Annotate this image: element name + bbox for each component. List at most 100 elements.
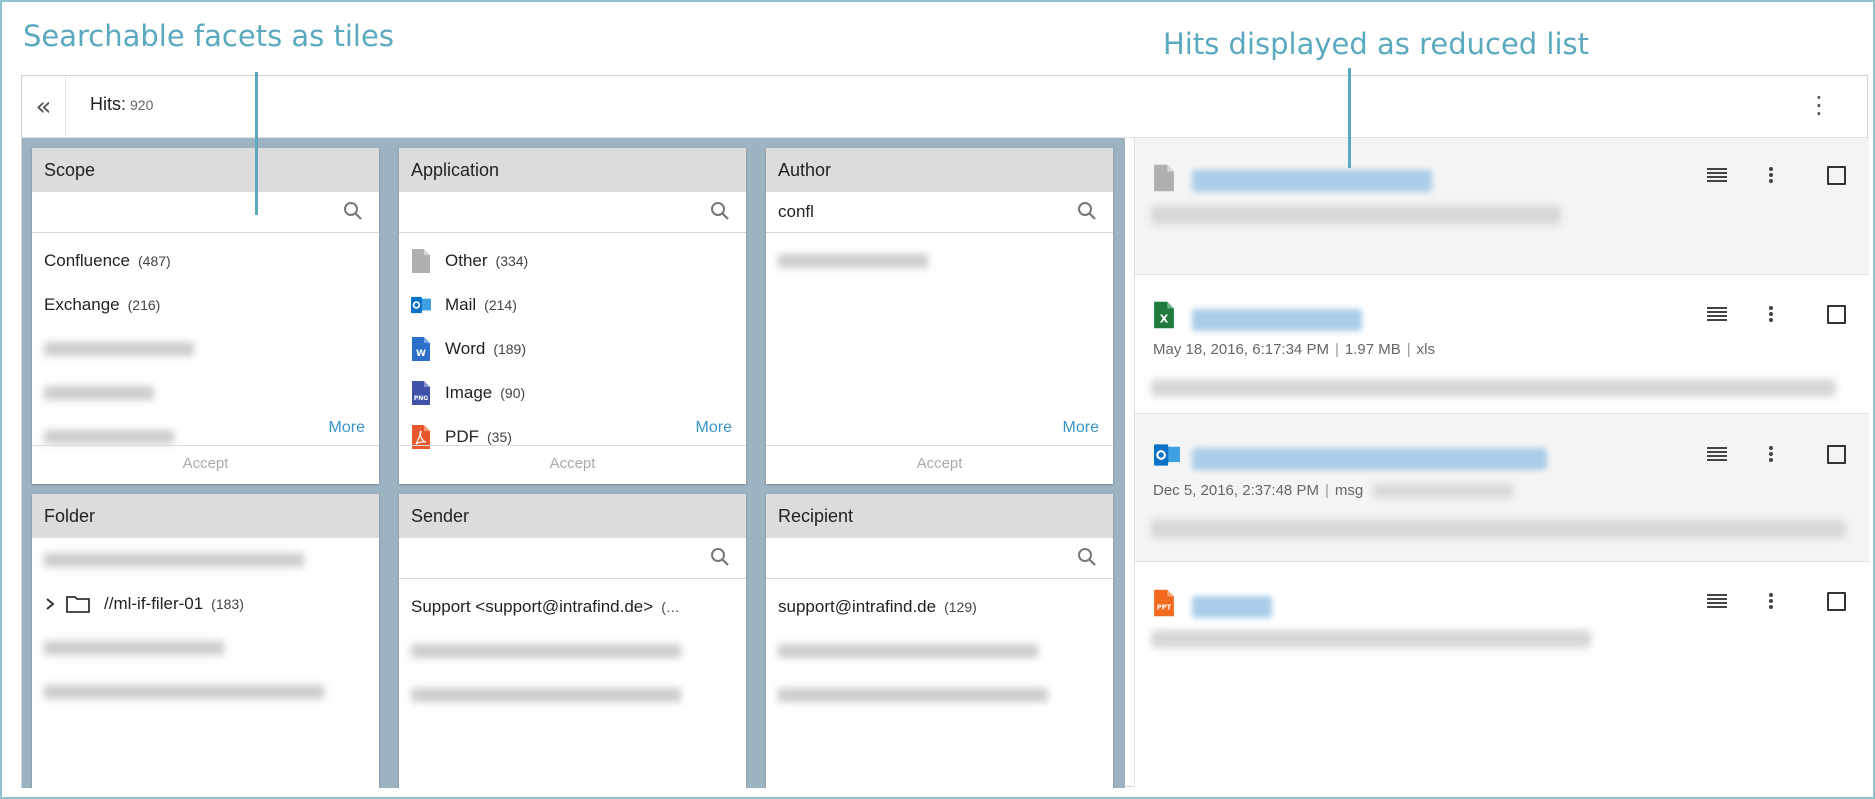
facet-search-input[interactable] (766, 538, 1113, 579)
annotation-hits: Hits displayed as reduced list (1163, 27, 1590, 61)
hit-meta: Dec 5, 2016, 2:37:48 PM | msg (1153, 482, 1514, 499)
search-icon[interactable] (1077, 201, 1097, 221)
more-options-icon[interactable] (1759, 163, 1783, 187)
annotation-pointer-right (1348, 68, 1351, 168)
ppt-icon: PPT (1154, 589, 1174, 617)
hit-snippet-redacted (1151, 379, 1836, 397)
facet-search-input[interactable] (399, 538, 746, 579)
facet-item-redacted[interactable] (399, 629, 746, 673)
hits-list: X May 18, 2016, 6:17:34 PM | 1.97 MB | xls D… (1134, 138, 1869, 788)
outlook-icon (1154, 444, 1180, 466)
facet-item-exchange[interactable]: Exchange (216) (32, 283, 379, 327)
outlook-icon (411, 296, 431, 314)
hit-ext: xls (1416, 341, 1435, 358)
facet-item-word[interactable]: W Word (189) (399, 327, 746, 371)
search-icon[interactable] (1077, 547, 1097, 567)
search-icon[interactable] (343, 201, 363, 221)
hit-item[interactable]: PPT (1135, 562, 1869, 788)
facet-title: Recipient (766, 494, 1113, 538)
facet-count: (216) (127, 297, 161, 313)
facet-title: Folder (32, 494, 379, 538)
folder-item[interactable]: //ml-if-filer-01 (183) (32, 582, 379, 626)
facet-tiles-pane: Scope Confluence (487) Exchange (216) More… (22, 138, 1125, 788)
facet-item-image[interactable]: PNG Image (90) (399, 371, 746, 415)
facet-item-redacted[interactable] (32, 371, 379, 415)
svg-text:W: W (416, 349, 426, 359)
more-options-icon[interactable] (1759, 589, 1783, 613)
hit-title-redacted[interactable] (1192, 170, 1432, 192)
facet-tile-application: Application Other (334) Mail (214) W Word (… (399, 148, 746, 484)
facet-accept-button[interactable]: Accept (32, 446, 379, 484)
facet-title: Scope (32, 148, 379, 192)
list-details-icon[interactable] (1705, 302, 1729, 326)
hit-item[interactable] (1135, 138, 1869, 275)
facet-accept-button[interactable]: Accept (399, 446, 746, 484)
facet-label: Other (445, 251, 488, 270)
folder-item-redacted[interactable] (32, 538, 379, 582)
facet-item-other[interactable]: Other (334) (399, 239, 746, 283)
facet-item-mail[interactable]: Mail (214) (399, 283, 746, 327)
hit-actions (1705, 442, 1846, 466)
facet-item-support[interactable]: support@intrafind.de (129) (766, 585, 1113, 629)
facet-item-confluence[interactable]: Confluence (487) (32, 239, 379, 283)
hit-date: May 18, 2016, 6:17:34 PM (1153, 341, 1329, 358)
list-details-icon[interactable] (1705, 589, 1729, 613)
hit-title-redacted[interactable] (1192, 596, 1272, 618)
facet-count: (487) (138, 253, 171, 269)
collapse-panel-button[interactable]: « (22, 76, 66, 137)
facet-more-link[interactable]: More (32, 413, 379, 446)
facet-search-input[interactable]: confl (766, 192, 1113, 233)
hit-item[interactable]: X May 18, 2016, 6:17:34 PM | 1.97 MB | xls (1135, 275, 1869, 414)
list-details-icon[interactable] (1705, 163, 1729, 187)
annotation-pointer-left (255, 72, 258, 215)
list-details-icon[interactable] (1705, 442, 1729, 466)
facet-item-redacted[interactable] (32, 327, 379, 371)
facet-label: Mail (445, 295, 477, 314)
results-header: « Hits: 920 ⋮ (22, 76, 1867, 138)
facet-item-redacted[interactable] (766, 673, 1113, 717)
facet-more-link[interactable]: More (399, 413, 746, 446)
hits-summary: Hits: 920 (90, 94, 153, 115)
word-icon: W (412, 337, 430, 361)
select-checkbox[interactable] (1827, 591, 1846, 611)
hit-ext: msg (1334, 482, 1364, 499)
select-checkbox[interactable] (1827, 444, 1846, 464)
facet-search-input[interactable] (399, 192, 746, 233)
facet-item-redacted[interactable] (766, 239, 1113, 283)
more-options-icon[interactable]: ⋮ (1807, 91, 1831, 119)
facet-count: (189) (493, 341, 526, 357)
facet-title: Author (766, 148, 1113, 192)
facet-item-support[interactable]: Support <support@intrafind.de> (… (399, 585, 746, 629)
hit-title-redacted[interactable] (1192, 448, 1547, 470)
select-checkbox[interactable] (1827, 304, 1846, 324)
folder-item-redacted[interactable] (32, 670, 379, 714)
hits-label: Hits: (90, 94, 126, 114)
facet-count: (334) (495, 253, 529, 269)
facet-tile-scope: Scope Confluence (487) Exchange (216) More… (32, 148, 379, 484)
facet-more-link[interactable]: More (766, 413, 1113, 446)
generic-file-icon (1154, 164, 1174, 192)
facet-search-input[interactable] (32, 192, 379, 233)
chevron-right-icon[interactable] (44, 597, 56, 611)
facet-accept-button[interactable]: Accept (766, 446, 1113, 484)
hit-meta: May 18, 2016, 6:17:34 PM | 1.97 MB | xls (1153, 341, 1435, 358)
hits-count: 920 (130, 97, 154, 113)
more-options-icon[interactable] (1759, 302, 1783, 326)
search-icon[interactable] (710, 547, 730, 567)
folder-item-redacted[interactable] (32, 626, 379, 670)
facet-tile-author: Author confl More Accept (766, 148, 1113, 484)
hit-title-redacted[interactable] (1192, 309, 1362, 331)
facet-label: Support <support@intrafind.de> (411, 597, 654, 616)
hit-actions (1705, 589, 1846, 613)
facet-count: (129) (944, 599, 977, 615)
search-icon[interactable] (710, 201, 730, 221)
facet-count: (… (661, 599, 680, 615)
hit-snippet-redacted (1151, 520, 1846, 538)
facet-item-redacted[interactable] (399, 673, 746, 717)
hit-item[interactable]: Dec 5, 2016, 2:37:48 PM | msg (1135, 414, 1869, 562)
select-checkbox[interactable] (1827, 165, 1846, 185)
facet-item-redacted[interactable] (766, 629, 1113, 673)
hit-snippet-redacted (1151, 206, 1561, 224)
more-options-icon[interactable] (1759, 442, 1783, 466)
facet-search-value: confl (778, 202, 814, 221)
